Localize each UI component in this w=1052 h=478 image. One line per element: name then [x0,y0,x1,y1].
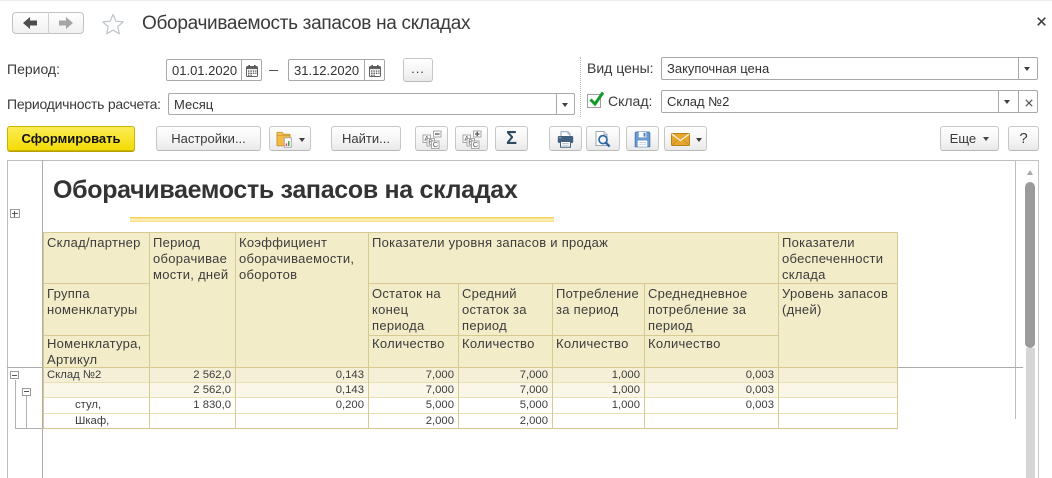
svg-text:C: C [433,140,439,149]
svg-text:C: C [473,140,479,149]
